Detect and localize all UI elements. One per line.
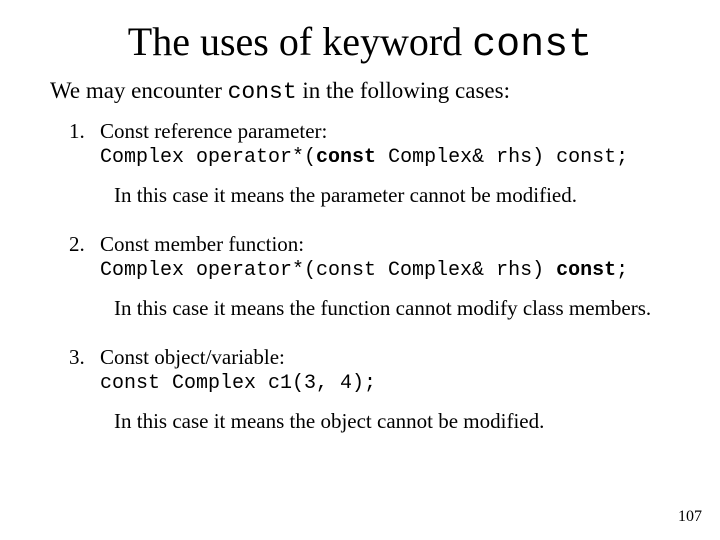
case-1-explain: In this case it means the parameter cann… [114, 183, 670, 208]
case-1-label: Const reference parameter: [100, 119, 327, 143]
code-segment: Complex& rhs) const; [376, 146, 628, 169]
intro-text: We may encounter const in the following … [50, 78, 670, 105]
intro-keyword: const [228, 79, 297, 105]
slide: The uses of keyword const We may encount… [0, 0, 720, 540]
cases-list: Const reference parameter: Complex opera… [50, 119, 670, 434]
code-segment: ; [616, 259, 628, 282]
code-bold: const [316, 146, 376, 169]
code-segment: Complex operator*( [100, 146, 316, 169]
case-3-label: Const object/variable: [100, 345, 285, 369]
case-1-code: Complex operator*(const Complex& rhs) co… [100, 146, 670, 169]
case-3-code: const Complex c1(3, 4); [100, 372, 670, 395]
list-item: Const object/variable: const Complex c1(… [90, 345, 670, 434]
code-bold: const [556, 259, 616, 282]
title-prefix: The uses of keyword [128, 19, 472, 64]
list-item: Const reference parameter: Complex opera… [90, 119, 670, 208]
intro-a: We may encounter [50, 78, 228, 103]
title-keyword: const [472, 23, 592, 68]
case-2-explain: In this case it means the function canno… [114, 296, 670, 321]
intro-b: in the following cases: [297, 78, 510, 103]
case-3-explain: In this case it means the object cannot … [114, 409, 670, 434]
code-segment: Complex operator*(const Complex& rhs) [100, 259, 556, 282]
case-2-code: Complex operator*(const Complex& rhs) co… [100, 259, 670, 282]
list-item: Const member function: Complex operator*… [90, 232, 670, 321]
case-2-label: Const member function: [100, 232, 304, 256]
page-title: The uses of keyword const [50, 18, 670, 68]
page-number: 107 [678, 508, 702, 526]
